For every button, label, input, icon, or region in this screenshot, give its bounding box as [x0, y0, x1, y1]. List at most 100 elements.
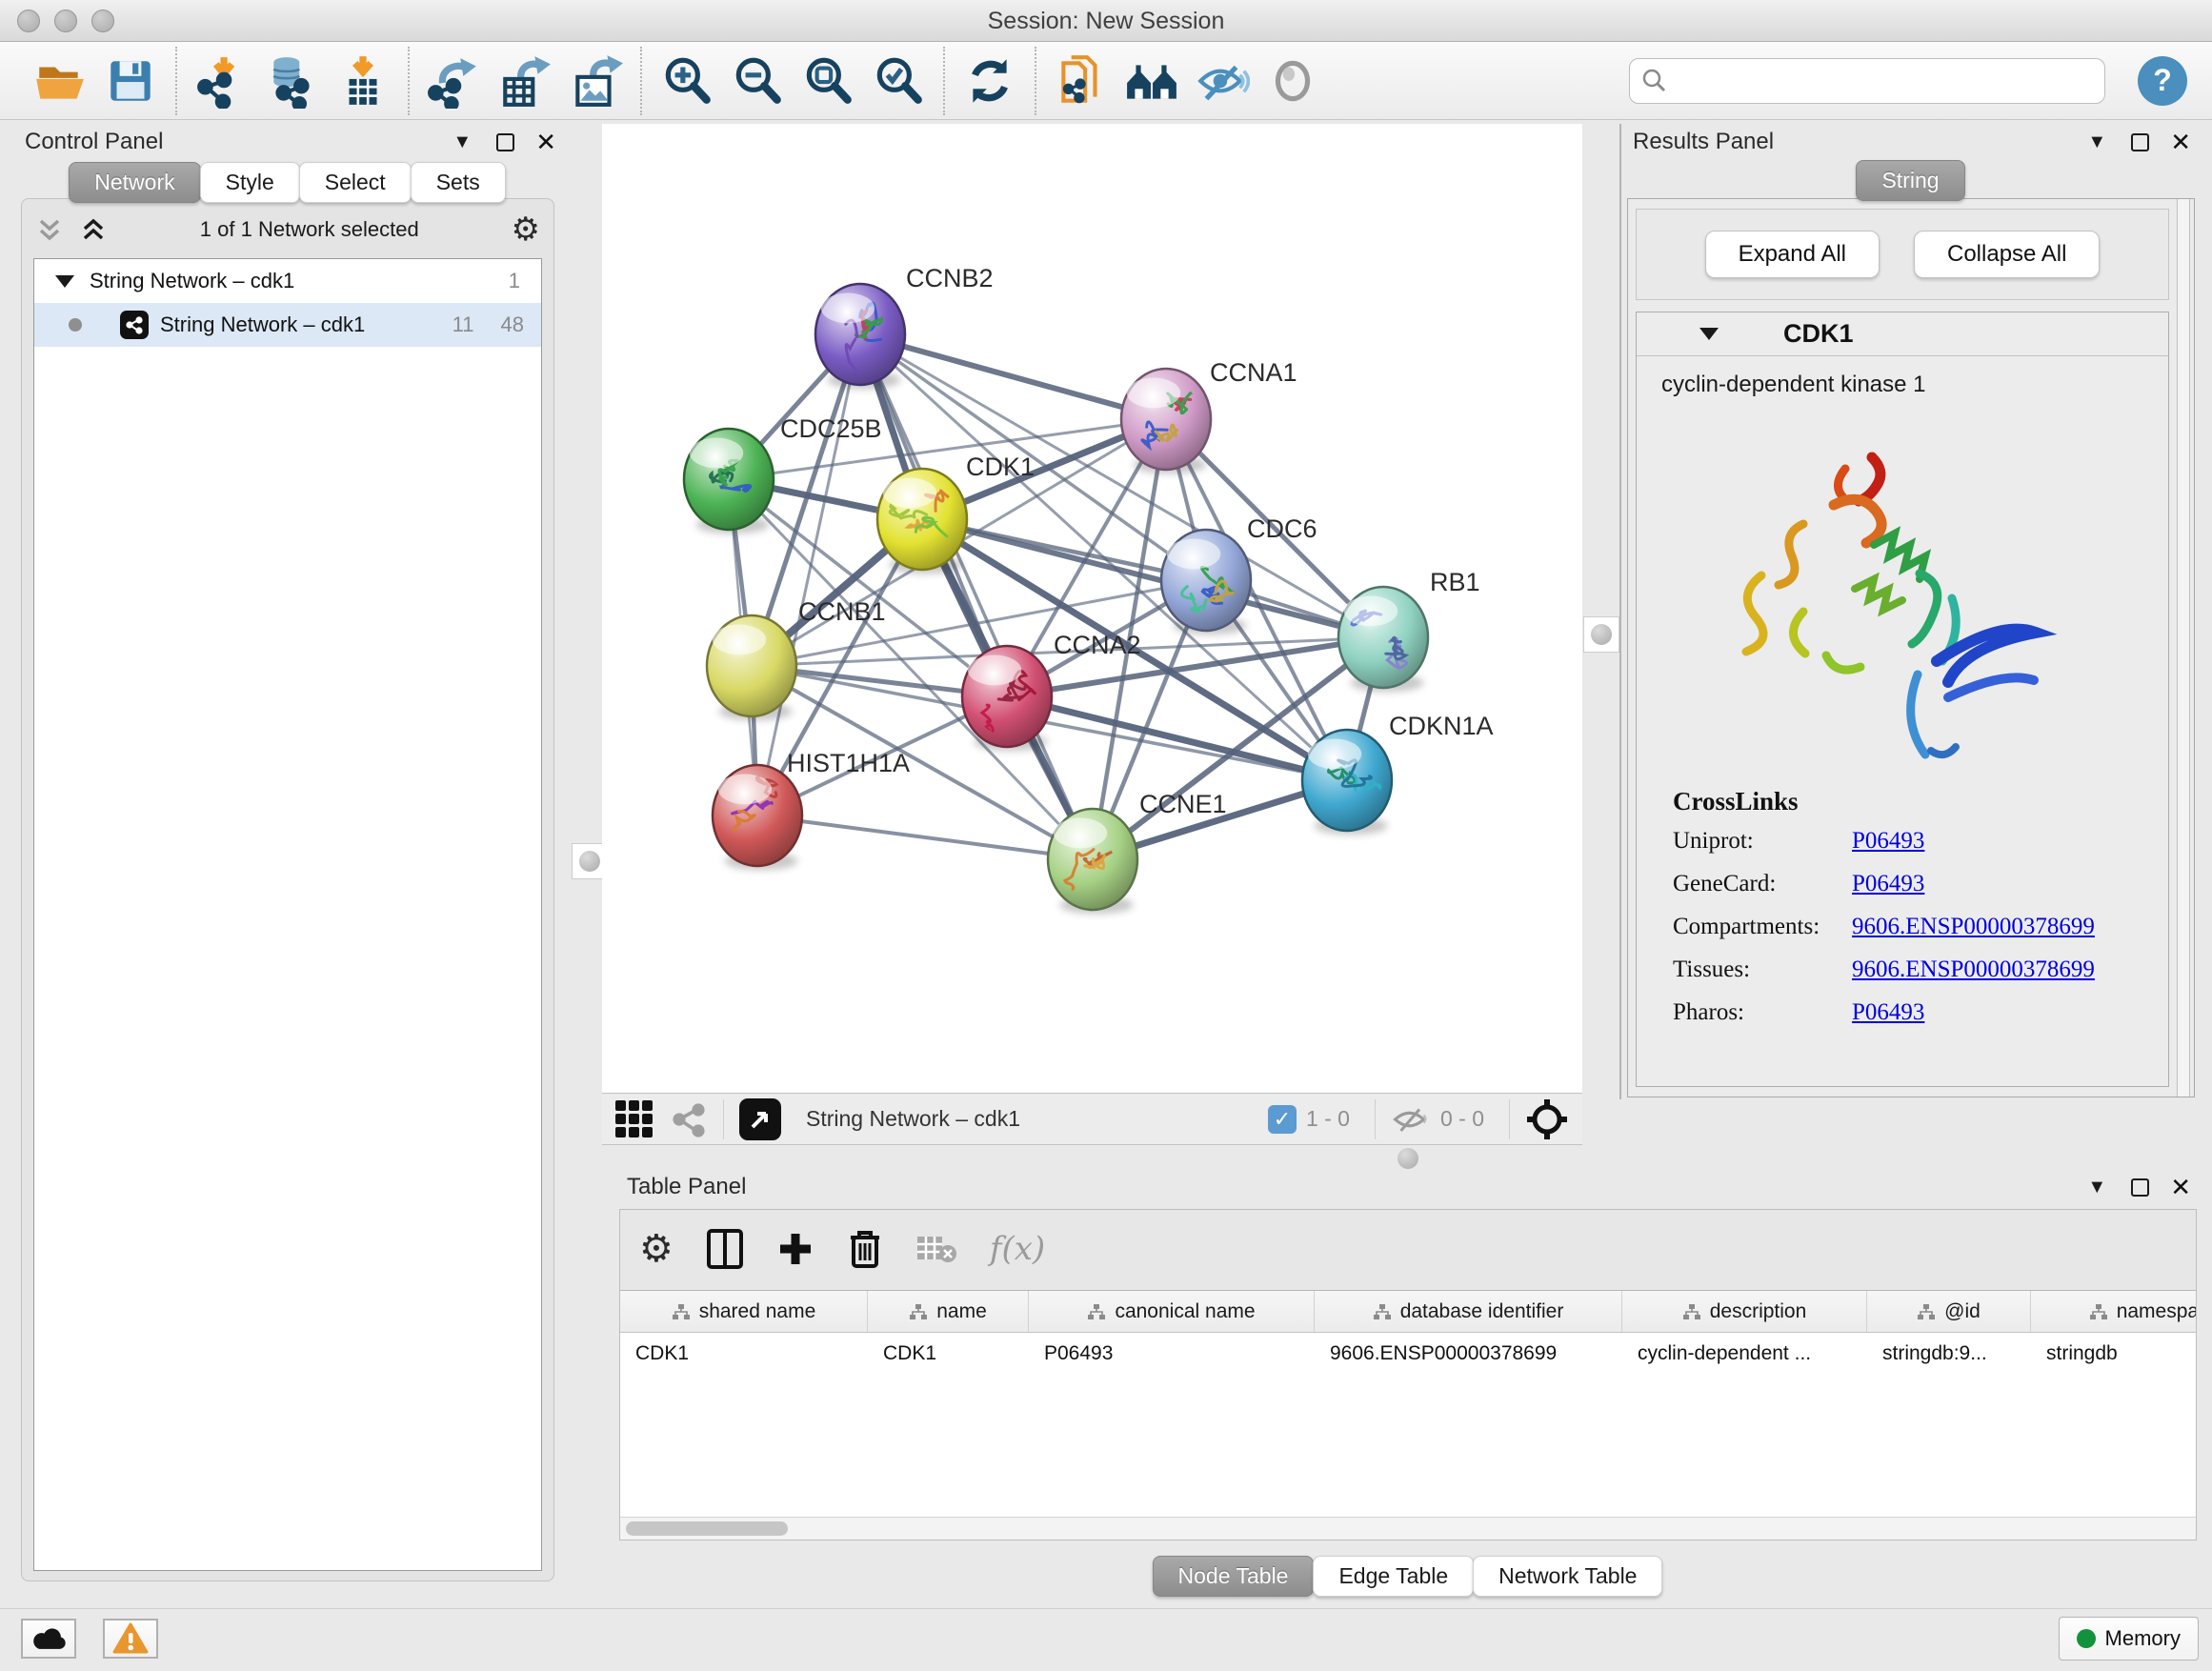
horizontal-splitter-handle[interactable] [1398, 1148, 1418, 1169]
tab-style[interactable]: Style [200, 162, 300, 203]
tab-select[interactable]: Select [299, 162, 412, 203]
column-header-canonical-name[interactable]: canonical name [1029, 1291, 1315, 1332]
selected-checkbox-icon[interactable]: ✓ [1268, 1105, 1297, 1134]
show-columns-icon[interactable] [706, 1228, 744, 1270]
tab-network-table[interactable]: Network Table [1473, 1556, 1662, 1597]
add-column-icon[interactable] [776, 1230, 814, 1268]
network-node-ccne1[interactable]: CCNE1 [1048, 790, 1227, 914]
network-canvas[interactable]: CCNB2CCNA1CDC25BCDK1CDC6RB1CCNB1CCNA2CDK… [602, 124, 1582, 1093]
function-builder-icon[interactable]: f(x) [990, 1230, 1045, 1268]
network-node-rb1[interactable]: RB1 [1338, 568, 1480, 692]
show-all-eye-icon[interactable] [1257, 50, 1328, 111]
zoom-fit-icon[interactable] [793, 50, 863, 111]
table-cell[interactable]: P06493 [1029, 1333, 1315, 1375]
panel-float-icon[interactable] [2131, 133, 2149, 151]
cloud-status-button[interactable] [21, 1619, 76, 1659]
collapse-all-icon[interactable] [35, 215, 64, 244]
zoom-out-icon[interactable] [722, 50, 793, 111]
crosslink-link[interactable]: P06493 [1852, 828, 1924, 855]
fit-selected-crosshair-icon[interactable] [1525, 1097, 1569, 1141]
import-table-icon[interactable] [328, 50, 398, 111]
network-node-ccna1[interactable]: CCNA1 [1121, 358, 1297, 473]
tab-network[interactable]: Network [69, 162, 200, 203]
delete-column-icon[interactable] [847, 1228, 883, 1270]
zoom-in-icon[interactable] [652, 50, 722, 111]
panel-menu-icon[interactable]: ▼ [452, 131, 472, 153]
panel-float-icon[interactable] [496, 133, 514, 151]
tab-string[interactable]: String [1856, 160, 1964, 201]
grid-view-icon[interactable] [615, 1100, 653, 1137]
collapse-entry-icon[interactable] [1699, 328, 1719, 340]
expand-all-icon[interactable] [79, 215, 108, 244]
import-network-database-icon[interactable] [257, 50, 328, 111]
open-session-icon[interactable] [25, 50, 95, 111]
network-node-cdkn1a[interactable]: CDKN1A [1302, 712, 1494, 835]
delete-table-icon[interactable] [915, 1233, 957, 1265]
table-cell[interactable]: CDK1 [868, 1333, 1029, 1375]
refresh-icon[interactable] [955, 50, 1025, 111]
column-header-name[interactable]: name [868, 1291, 1029, 1332]
column-header-description[interactable]: description [1622, 1291, 1867, 1332]
network-collection-row[interactable]: String Network – cdk1 1 [34, 259, 541, 303]
memory-button[interactable]: Memory [2059, 1617, 2199, 1661]
gear-icon[interactable]: ⚙ [512, 213, 540, 246]
tab-node-table[interactable]: Node Table [1153, 1556, 1315, 1597]
save-session-icon[interactable] [95, 50, 166, 111]
table-cell[interactable]: cyclin-dependent ... [1622, 1333, 1867, 1375]
hidden-eye-icon[interactable] [1391, 1105, 1431, 1134]
home-icon[interactable] [1116, 50, 1187, 111]
table-horizontal-scrollbar[interactable] [620, 1517, 2196, 1540]
search-input[interactable] [1678, 69, 2093, 93]
expand-all-button[interactable]: Expand All [1705, 231, 1880, 278]
birds-eye-view-icon[interactable] [739, 1098, 781, 1140]
table-cell[interactable]: stringdb [2031, 1333, 2196, 1375]
results-scrollbar[interactable] [2177, 199, 2190, 1097]
network-row[interactable]: String Network – cdk1 11 48 [34, 303, 541, 347]
panel-float-icon[interactable] [2131, 1178, 2149, 1197]
column-tree-icon [1682, 1304, 1701, 1319]
crosslink-link[interactable]: P06493 [1852, 999, 1924, 1026]
network-node-ccnb1[interactable]: CCNB1 [707, 597, 886, 720]
scrollbar-thumb[interactable] [626, 1521, 788, 1536]
column-header-shared-name[interactable]: shared name [620, 1291, 868, 1332]
hide-selected-eye-icon[interactable] [1187, 50, 1257, 111]
collapse-all-button[interactable]: Collapse All [1914, 231, 2100, 278]
panel-menu-icon[interactable]: ▼ [2087, 1177, 2106, 1198]
column-header-@id[interactable]: @id [1867, 1291, 2031, 1332]
right-splitter-handle[interactable] [1583, 616, 1619, 653]
panel-close-icon[interactable]: ✕ [2170, 1173, 2191, 1202]
panel-close-icon[interactable]: ✕ [2170, 128, 2191, 157]
export-network-icon[interactable] [419, 50, 490, 111]
export-table-icon[interactable] [490, 50, 560, 111]
import-network-file-icon[interactable] [187, 50, 257, 111]
table-cell[interactable]: stringdb:9... [1867, 1333, 2031, 1375]
panel-close-icon[interactable]: ✕ [535, 128, 556, 157]
node-details-header[interactable]: CDK1 [1637, 312, 2168, 356]
export-image-icon[interactable] [560, 50, 631, 111]
tab-edge-table[interactable]: Edge Table [1313, 1556, 1474, 1597]
table-row[interactable]: CDK1CDK1P064939606.ENSP00000378699cyclin… [620, 1333, 2196, 1375]
table-gear-icon[interactable]: ⚙ [639, 1230, 674, 1268]
network-edge[interactable] [757, 815, 1093, 859]
table-cell[interactable]: CDK1 [620, 1333, 868, 1375]
toolbar-search[interactable] [1629, 58, 2105, 104]
zoom-selected-icon[interactable] [863, 50, 934, 111]
table-cell[interactable]: 9606.ENSP00000378699 [1315, 1333, 1622, 1375]
network-node-cdc25b[interactable]: CDC25B [684, 414, 882, 534]
column-header-namespace[interactable]: namespace [2031, 1291, 2196, 1332]
warning-status-button[interactable] [103, 1619, 158, 1659]
network-edge[interactable] [860, 334, 1093, 859]
panel-menu-icon[interactable]: ▼ [2087, 131, 2106, 153]
share-document-icon[interactable] [1046, 50, 1116, 111]
share-view-icon[interactable] [670, 1100, 708, 1138]
crosslink-link[interactable]: 9606.ENSP00000378699 [1852, 914, 2095, 940]
column-header-database-identifier[interactable]: database identifier [1315, 1291, 1622, 1332]
tab-sets[interactable]: Sets [411, 162, 506, 203]
crosslink-link[interactable]: P06493 [1852, 871, 1924, 897]
network-node-hist1h1a[interactable]: HIST1H1A [713, 749, 910, 870]
network-node-ccnb2[interactable]: CCNB2 [815, 264, 994, 389]
network-edge[interactable] [757, 334, 860, 815]
help-icon[interactable]: ? [2138, 56, 2187, 106]
tree-expander-icon[interactable] [55, 275, 74, 288]
crosslink-link[interactable]: 9606.ENSP00000378699 [1852, 956, 2095, 983]
